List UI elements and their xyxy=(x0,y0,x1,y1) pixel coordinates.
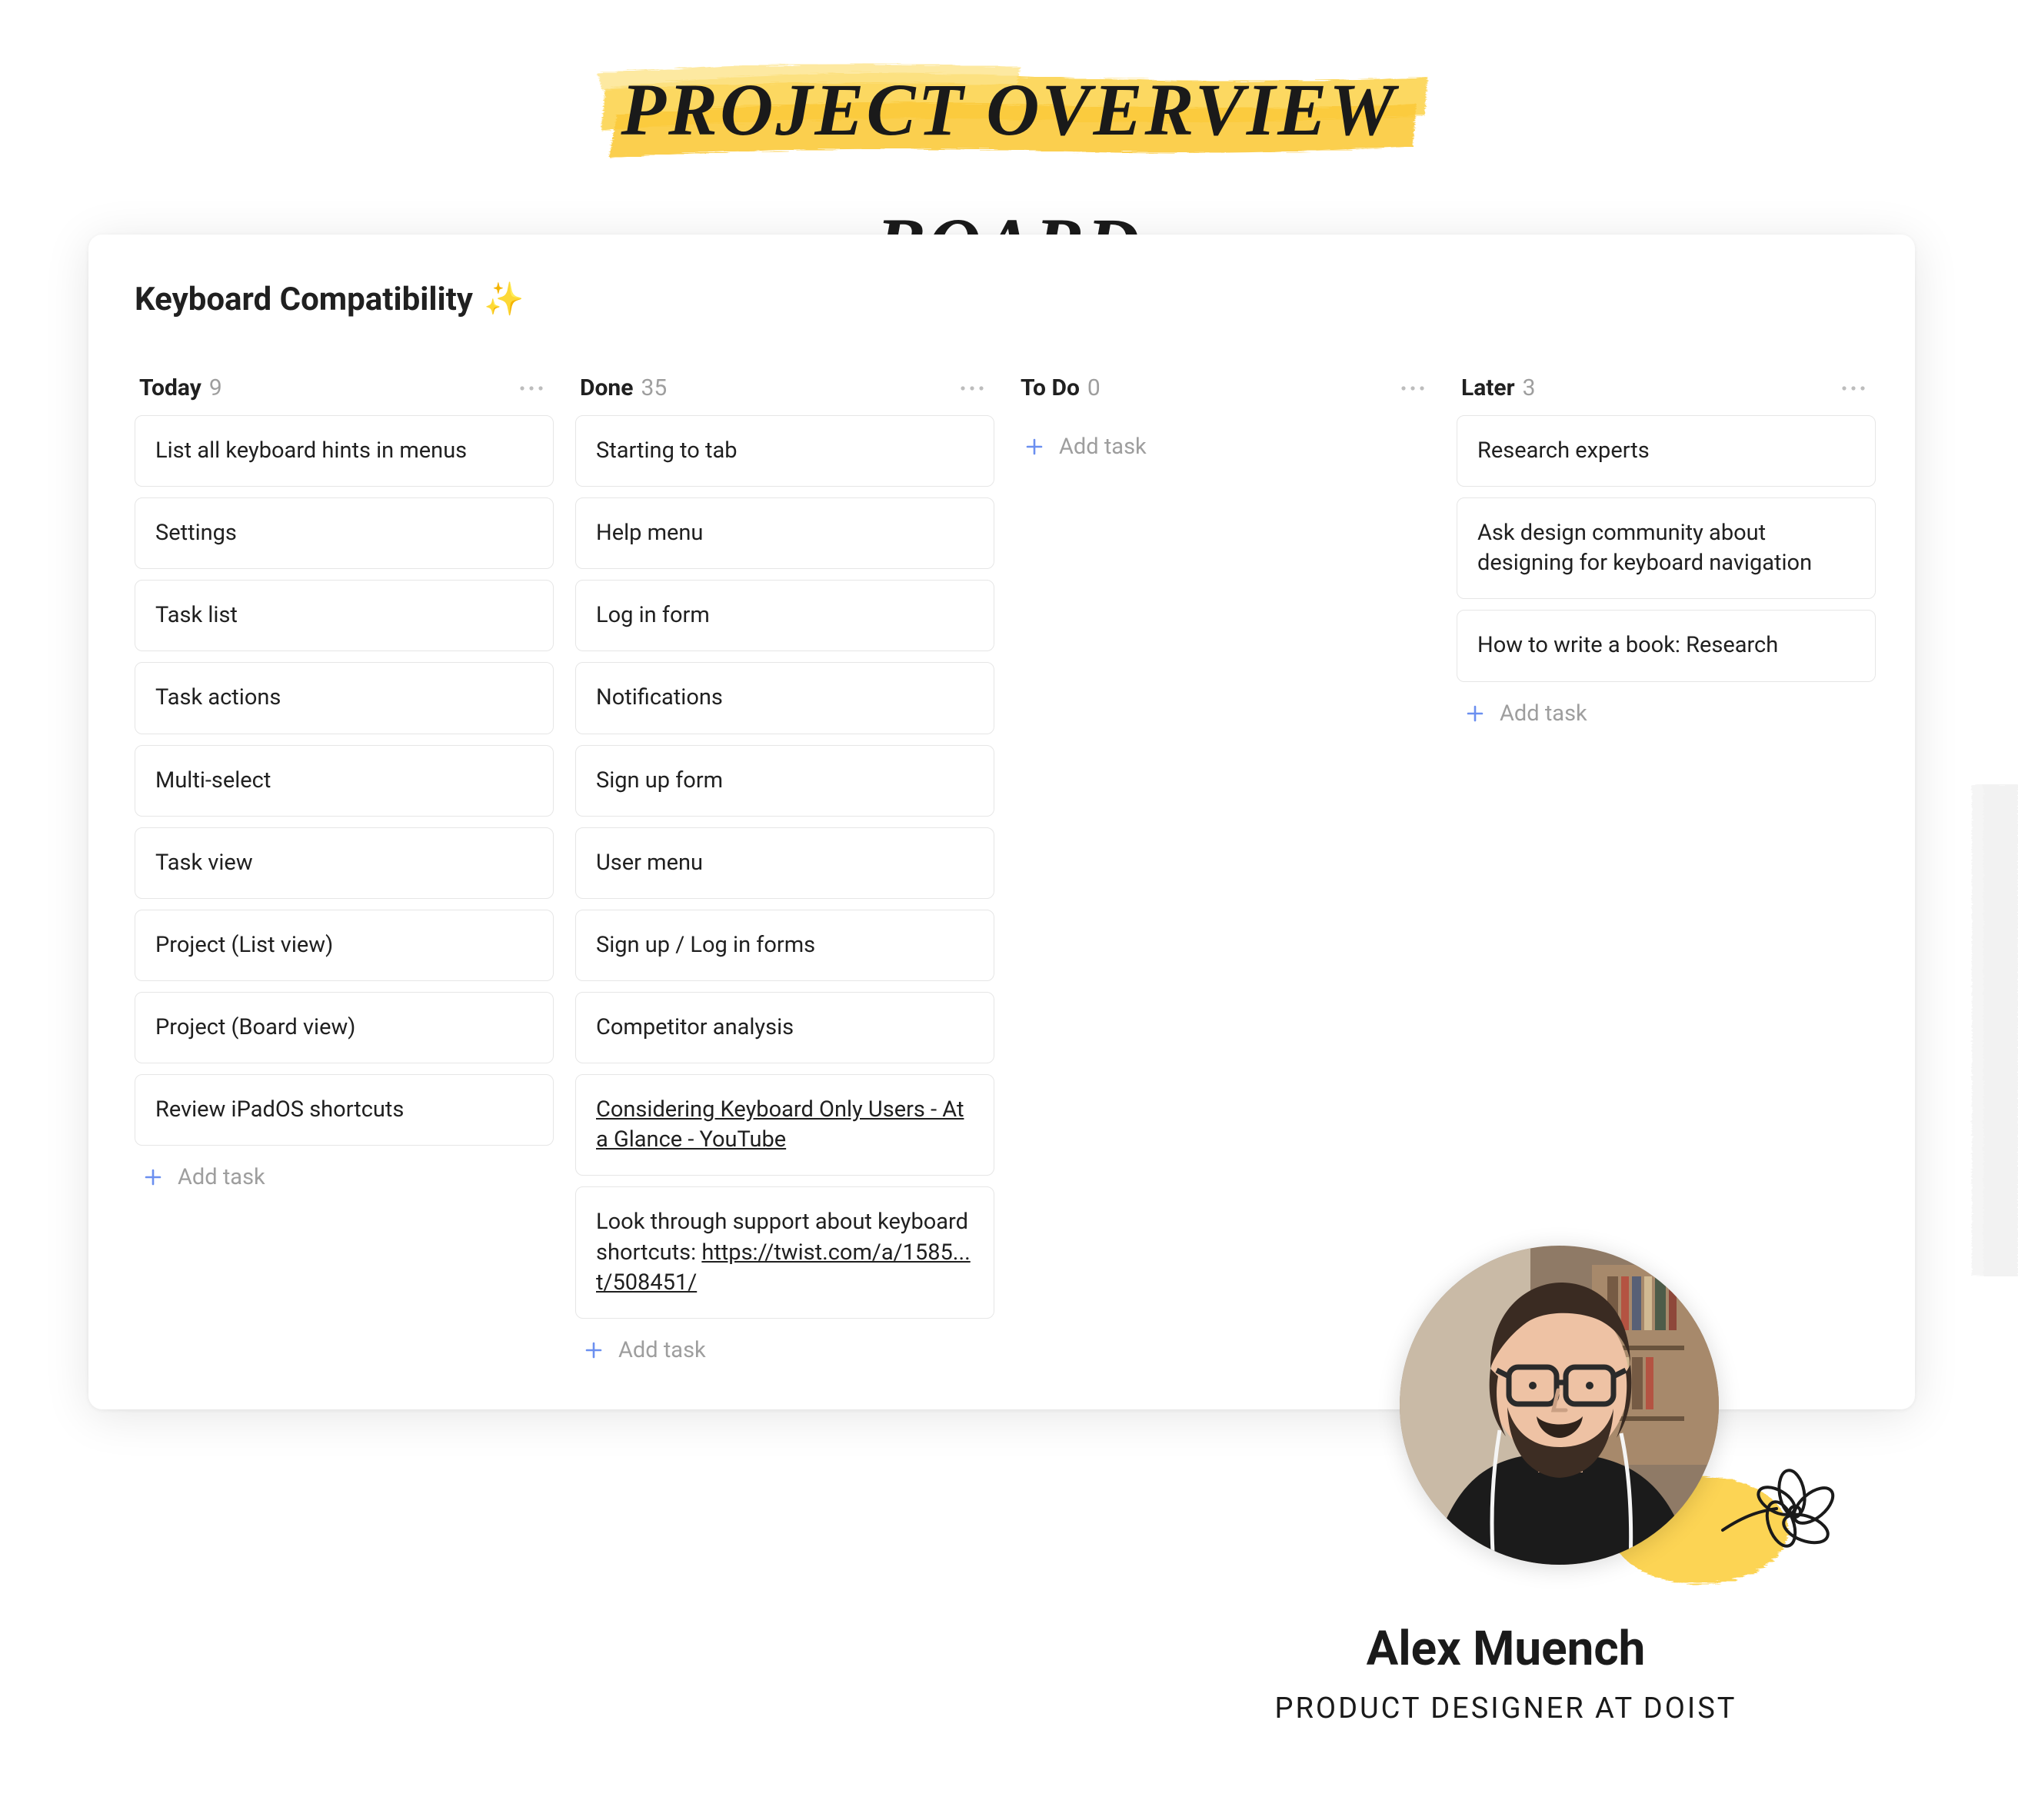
task-card[interactable]: Considering Keyboard Only Users - At a G… xyxy=(575,1074,994,1176)
column-name: Done xyxy=(580,374,633,401)
flower-doodle-icon xyxy=(1715,1438,1846,1569)
task-card[interactable]: Multi-select xyxy=(135,745,554,817)
add-task-button[interactable]: Add task xyxy=(1457,682,1876,745)
task-card[interactable]: How to write a book: Research xyxy=(1457,610,1876,681)
board-column: Today 9 List all keyboard hints in menus Se… xyxy=(135,365,554,1409)
task-card[interactable]: Competitor analysis xyxy=(575,992,994,1063)
task-card[interactable]: Starting to tab xyxy=(575,415,994,487)
task-card[interactable]: Task view xyxy=(135,827,554,899)
column-header: To Do 0 xyxy=(1016,365,1435,415)
column-more-icon[interactable] xyxy=(954,381,990,395)
plus-icon xyxy=(1024,436,1045,457)
add-task-button[interactable]: Add task xyxy=(135,1146,554,1209)
task-card[interactable]: Task actions xyxy=(135,662,554,734)
task-card[interactable]: Sign up form xyxy=(575,745,994,817)
task-card[interactable]: Log in form xyxy=(575,580,994,651)
column-header: Today 9 xyxy=(135,365,554,415)
task-card[interactable]: Settings xyxy=(135,497,554,569)
board-column: Done 35 Starting to tab Help menu Log in for… xyxy=(575,365,994,1409)
task-card[interactable]: Research experts xyxy=(1457,415,1876,487)
sparkle-icon: ✨ xyxy=(484,281,524,318)
task-card[interactable]: Sign up / Log in forms xyxy=(575,910,994,981)
plus-icon xyxy=(142,1166,164,1188)
author-role: Product Designer at Doist xyxy=(1121,1692,1890,1725)
column-more-icon[interactable] xyxy=(1395,381,1430,395)
task-card[interactable]: List all keyboard hints in menus xyxy=(135,415,554,487)
column-count: 9 xyxy=(209,374,222,401)
decorative-texture xyxy=(1941,784,2018,1276)
task-card[interactable]: Notifications xyxy=(575,662,994,734)
column-count: 3 xyxy=(1523,374,1536,401)
task-list: Research experts Ask design community abo… xyxy=(1457,415,1876,682)
add-task-label: Add task xyxy=(178,1164,265,1190)
column-name: To Do xyxy=(1021,374,1080,401)
task-card[interactable]: Ask design community about designing for… xyxy=(1457,497,1876,599)
task-card[interactable]: Help menu xyxy=(575,497,994,569)
column-more-icon[interactable] xyxy=(1836,381,1871,395)
board-card: Keyboard Compatibility ✨ Today 9 List all … xyxy=(88,235,1915,1409)
column-count: 0 xyxy=(1087,374,1101,401)
task-card[interactable]: User menu xyxy=(575,827,994,899)
task-card[interactable]: Project (Board view) xyxy=(135,992,554,1063)
plus-icon xyxy=(583,1339,604,1361)
task-list: Starting to tab Help menu Log in form Notif… xyxy=(575,415,994,1319)
task-card[interactable]: Task list xyxy=(135,580,554,651)
avatar-image xyxy=(1400,1246,1719,1565)
plus-icon xyxy=(1464,703,1486,724)
add-task-button[interactable]: Add task xyxy=(1016,415,1435,478)
add-task-label: Add task xyxy=(1059,434,1147,460)
column-header: Later 3 xyxy=(1457,365,1876,415)
add-task-label: Add task xyxy=(618,1337,706,1363)
add-task-label: Add task xyxy=(1500,700,1587,727)
task-card[interactable]: Review iPadOS shortcuts xyxy=(135,1074,554,1146)
project-title-text: Keyboard Compatibility xyxy=(135,281,473,318)
avatar xyxy=(1400,1246,1719,1565)
column-name: Later xyxy=(1461,374,1515,401)
task-list: List all keyboard hints in menus Settings… xyxy=(135,415,554,1146)
add-task-button[interactable]: Add task xyxy=(575,1319,994,1382)
column-header: Done 35 xyxy=(575,365,994,415)
column-name: Today xyxy=(139,374,201,401)
author-name: Alex Muench xyxy=(1121,1621,1890,1677)
column-count: 35 xyxy=(641,374,667,401)
task-card[interactable]: Look through support about keyboard shor… xyxy=(575,1186,994,1318)
task-card[interactable]: Project (List view) xyxy=(135,910,554,981)
project-title: Keyboard Compatibility ✨ xyxy=(135,281,524,318)
column-more-icon[interactable] xyxy=(514,381,549,395)
page-header: PROJECT OVERVIEW BOARD xyxy=(574,42,1444,177)
